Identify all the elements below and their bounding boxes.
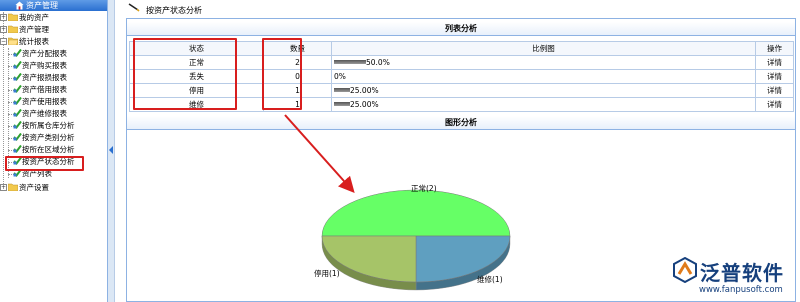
open-folder-icon	[8, 37, 18, 45]
sidebar-item-label: 按资产状态分析	[22, 157, 75, 166]
collapse-arrow-icon[interactable]	[109, 146, 113, 154]
ratio-bar	[334, 60, 366, 64]
sidebar-collapse-bar[interactable]	[108, 0, 115, 302]
report-leaf-icon	[13, 156, 22, 165]
detail-link[interactable]: 详情	[755, 69, 794, 84]
logo-url: www.fanpusoft.com	[699, 285, 783, 295]
ratio-percent: 50.0%	[366, 58, 390, 67]
expand-icon[interactable]: +	[0, 26, 7, 33]
ratio-bar	[334, 88, 350, 92]
report-leaf-icon	[13, 72, 22, 81]
chart-section-header: 图形分析	[127, 116, 795, 130]
column-header-count: 数量	[263, 41, 332, 56]
sidebar-item-label: 资产列表	[22, 169, 52, 178]
pie-label-repair: 维修(1)	[477, 275, 503, 284]
count-cell: 2	[263, 55, 332, 70]
column-header-action: 操作	[755, 41, 794, 56]
column-header-status: 状态	[129, 41, 264, 56]
collapse-icon[interactable]: −	[0, 38, 7, 45]
count-cell: 1	[263, 97, 332, 112]
report-leaf-icon	[13, 84, 22, 93]
report-leaf-icon	[13, 168, 22, 177]
sidebar-item-label: 按所属仓库分析	[22, 121, 75, 130]
sidebar-item-label: 资产使用报表	[22, 97, 67, 106]
sidebar-item-label: 资产维修报表	[22, 109, 67, 118]
home-icon	[15, 1, 24, 10]
ratio-bar	[334, 102, 350, 106]
ratio-cell: 50.0%	[331, 55, 756, 70]
folder-icon	[8, 25, 18, 33]
table-row: 正常 2 50.0% 详情	[129, 55, 794, 70]
count-cell: 0	[263, 69, 332, 84]
list-section-header: 列表分析	[127, 22, 795, 36]
sidebar-item-label: 资产购买报表	[22, 61, 67, 70]
report-leaf-icon	[13, 108, 22, 117]
sidebar-header[interactable]: 资产管理	[0, 0, 107, 11]
expand-icon[interactable]: +	[0, 14, 7, 21]
ratio-percent: 25.00%	[350, 86, 379, 95]
sidebar-item-label: 资产设置	[19, 183, 49, 192]
count-cell: 1	[263, 83, 332, 98]
folder-icon	[8, 183, 18, 191]
brand-logo: 泛普软件 www.fanpusoft.com	[670, 255, 798, 300]
sidebar-item-label: 资产借用报表	[22, 85, 67, 94]
detail-link[interactable]: 详情	[755, 97, 794, 112]
logo-brand: 泛普软件	[700, 261, 784, 285]
status-cell: 正常	[129, 55, 264, 70]
ratio-cell: 25.00%	[331, 83, 756, 98]
report-leaf-icon	[13, 60, 22, 69]
report-leaf-icon	[13, 120, 22, 129]
folder-icon	[8, 13, 18, 21]
pie-label-disabled: 停用(1)	[314, 269, 340, 278]
sidebar-item-label: 我的资产	[19, 13, 49, 22]
table-row: 维修 1 25.00% 详情	[129, 97, 794, 112]
sidebar-item-label: 按所在区域分析	[22, 145, 75, 154]
detail-link[interactable]: 详情	[755, 83, 794, 98]
page-title: 按资产状态分析	[146, 6, 202, 15]
ratio-percent: 25.00%	[350, 100, 379, 109]
status-cell: 丢失	[129, 69, 264, 84]
sidebar-item-label: 统计报表	[19, 37, 49, 46]
logo-icon	[673, 257, 697, 283]
status-cell: 维修	[129, 97, 264, 112]
expand-icon[interactable]: +	[0, 184, 7, 191]
ratio-cell: 25.00%	[331, 97, 756, 112]
report-leaf-icon	[13, 132, 22, 141]
table-row: 停用 1 25.00% 详情	[129, 83, 794, 98]
sidebar-item-label: 按资产类别分析	[22, 133, 75, 142]
ratio-percent: 0%	[334, 72, 346, 81]
sidebar-item-label: 资产报损报表	[22, 73, 67, 82]
pie-label-normal: 正常(2)	[411, 184, 437, 193]
tree-guide	[8, 48, 9, 178]
report-leaf-icon	[13, 96, 22, 105]
column-header-ratio: 比例图	[331, 41, 756, 56]
report-leaf-icon	[13, 144, 22, 153]
pencil-icon	[128, 3, 140, 12]
detail-link[interactable]: 详情	[755, 55, 794, 70]
sidebar-item-label: 资产分配报表	[22, 49, 67, 58]
ratio-cell: 0%	[331, 69, 756, 84]
sidebar-item-label: 资产管理	[19, 25, 49, 34]
table-row: 丢失 0 0% 详情	[129, 69, 794, 84]
sidebar-header-label: 资产管理	[26, 1, 58, 10]
status-table: 状态 数量 比例图 操作 正常 2 50.0% 详情 丢失 0 0% 详情 停用 1 25.00% 详…	[129, 41, 794, 112]
status-cell: 停用	[129, 83, 264, 98]
table-header-row: 状态 数量 比例图 操作	[129, 41, 794, 56]
sidebar: 资产管理 + 我的资产 + 资产管理 − 统计报表 资产分配报表 资产购买报表 资产…	[0, 0, 108, 302]
report-leaf-icon	[13, 48, 22, 57]
